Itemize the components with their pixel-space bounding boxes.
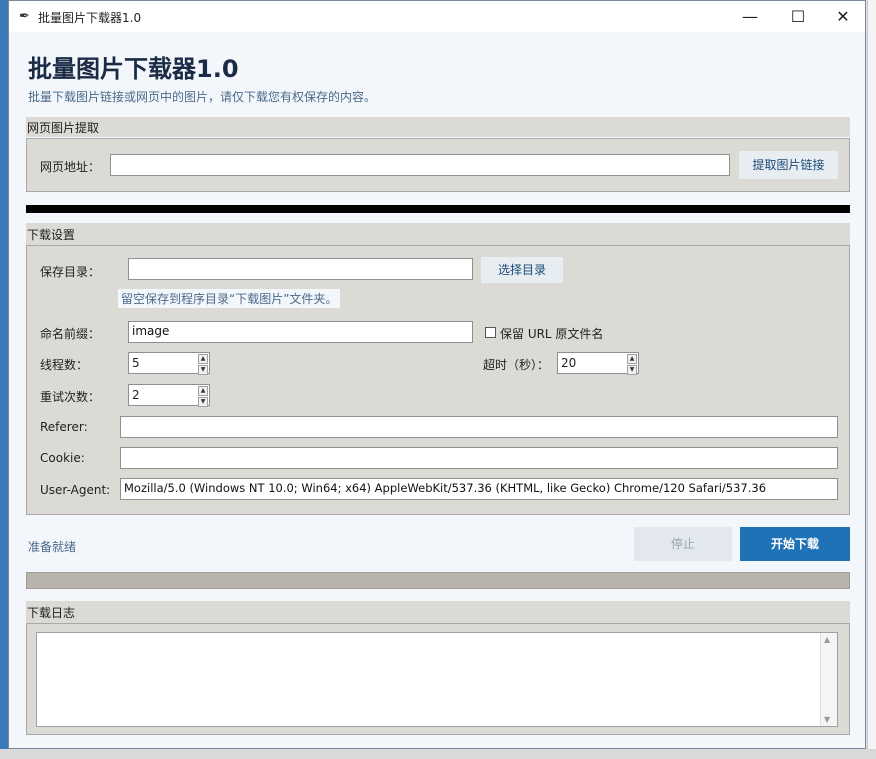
log-textarea[interactable]: ▲ ▼ (36, 632, 838, 727)
page-title: 批量图片下载器1.0 (28, 55, 239, 83)
black-band (26, 205, 850, 213)
referer-label: Referer: (40, 420, 88, 434)
spin-up-icon[interactable]: ▲ (198, 386, 208, 396)
keep-name-checkbox[interactable] (485, 327, 496, 338)
app-window: ✒ 批量图片下载器1.0 — ☐ ✕ 批量图片下载器1.0 批量下载图片链接或网… (8, 0, 866, 749)
progress-bar (26, 572, 850, 589)
log-group-label: 下载日志 (27, 606, 76, 620)
desktop-background-left (0, 0, 8, 759)
threads-spinbox[interactable]: 5 ▲ ▼ (128, 352, 210, 375)
desktop-background-right (867, 0, 876, 759)
referer-input[interactable] (120, 416, 838, 438)
settings-group-label: 下载设置 (27, 228, 76, 242)
timeout-spinbox[interactable]: 20 ▲ ▼ (557, 352, 639, 375)
extract-group-label: 网页图片提取 (27, 121, 100, 135)
scroll-down-icon[interactable]: ▼ (824, 715, 830, 724)
start-download-button[interactable]: 开始下载 (740, 527, 850, 561)
timeout-value: 20 (561, 356, 577, 370)
retries-spinbox[interactable]: 2 ▲ ▼ (128, 384, 210, 407)
title-bar[interactable]: ✒ 批量图片下载器1.0 — ☐ ✕ (9, 1, 865, 32)
scroll-up-icon[interactable]: ▲ (824, 635, 830, 644)
retries-value: 2 (132, 388, 140, 402)
settings-frame (26, 245, 850, 515)
close-icon[interactable]: ✕ (820, 1, 866, 32)
spin-down-icon[interactable]: ▼ (627, 365, 637, 375)
choose-dir-button[interactable]: 选择目录 (481, 257, 563, 283)
cookie-label: Cookie: (40, 451, 85, 465)
status-text: 准备就绪 (28, 540, 77, 554)
url-input[interactable] (110, 154, 730, 176)
extract-group-header (26, 117, 850, 137)
retries-label: 重试次数： (40, 390, 101, 404)
user-agent-input[interactable]: Mozilla/5.0 (Windows NT 10.0; Win64; x64… (120, 478, 838, 500)
spin-down-icon[interactable]: ▼ (198, 397, 208, 407)
spin-down-icon[interactable]: ▼ (198, 365, 208, 375)
log-group-header (26, 601, 850, 623)
threads-value: 5 (132, 356, 140, 370)
stop-button[interactable]: 停止 (634, 527, 732, 561)
minimize-icon[interactable]: — (727, 1, 773, 32)
cookie-input[interactable] (120, 447, 838, 469)
window-title: 批量图片下载器1.0 (38, 11, 142, 25)
save-dir-input[interactable] (128, 258, 473, 280)
log-scrollbar[interactable]: ▲ ▼ (820, 633, 837, 726)
spin-up-icon[interactable]: ▲ (627, 354, 637, 364)
taskbar-fragment (0, 749, 876, 759)
maximize-icon[interactable]: ☐ (775, 1, 821, 32)
extract-links-button[interactable]: 提取图片链接 (739, 151, 838, 179)
settings-group-header (26, 223, 850, 245)
feather-icon: ✒ (19, 9, 30, 24)
keep-name-label: 保留 URL 原文件名 (500, 327, 604, 341)
user-agent-label: User-Agent: (40, 483, 111, 497)
spin-up-icon[interactable]: ▲ (198, 354, 208, 364)
prefix-label: 命名前缀： (40, 327, 101, 341)
prefix-input[interactable]: image (128, 321, 473, 343)
url-label: 网页地址： (40, 160, 101, 174)
timeout-label: 超时（秒）： (483, 358, 550, 372)
page-subtitle: 批量下载图片链接或网页中的图片，请仅下载您有权保存的内容。 (28, 90, 377, 104)
save-dir-label: 保存目录： (40, 265, 101, 279)
threads-label: 线程数： (40, 358, 89, 372)
save-dir-hint: 留空保存到程序目录“下载图片”文件夹。 (118, 289, 341, 308)
